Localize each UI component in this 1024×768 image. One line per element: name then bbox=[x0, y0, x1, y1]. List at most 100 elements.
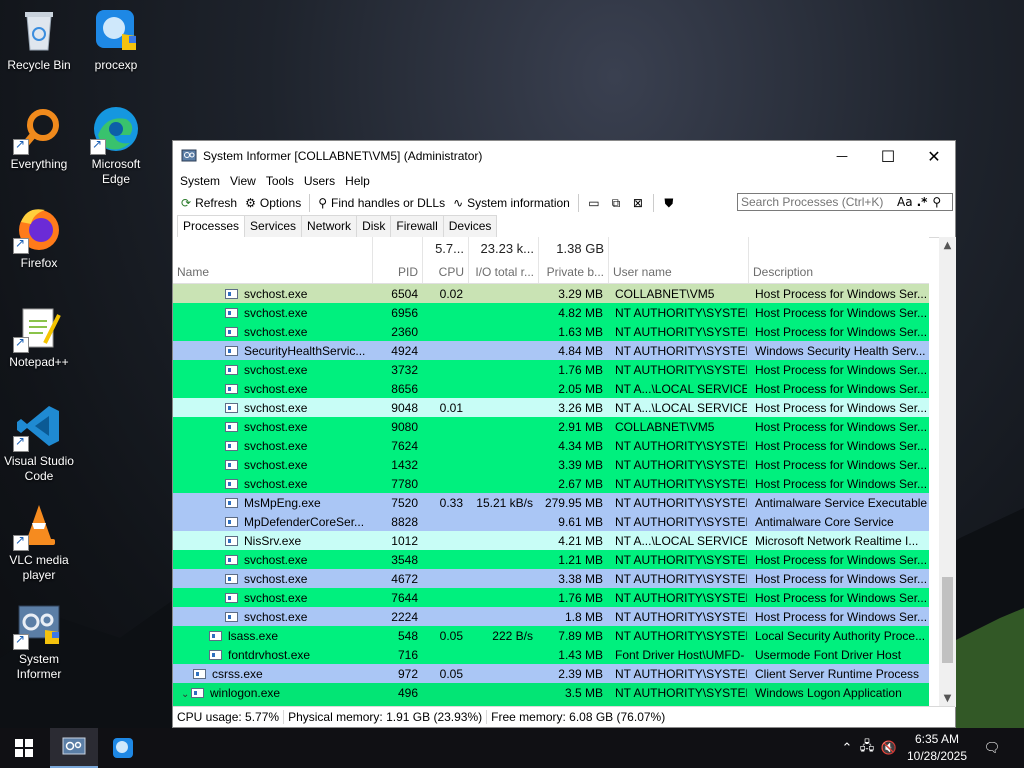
shield-icon[interactable]: ⛊ bbox=[661, 195, 677, 211]
process-private-bytes: 2.39 MB bbox=[558, 667, 603, 681]
chevron-up-icon[interactable]: ⌃ bbox=[838, 741, 856, 756]
tab-network[interactable]: Network bbox=[301, 215, 358, 237]
column-header-cpu[interactable]: 5.7... CPU bbox=[423, 237, 469, 283]
start-button[interactable] bbox=[0, 728, 48, 768]
process-name: MsMpEng.exe bbox=[244, 496, 321, 510]
table-row[interactable]: SecurityHealthServic... 4924 4.84 MB NT AUT… bbox=[173, 341, 929, 360]
tab-services[interactable]: Services bbox=[244, 215, 303, 237]
table-row[interactable]: csrss.exe 972 0.05 2.39 MB NT AUTHORITY\SYST… bbox=[173, 664, 929, 683]
table-row[interactable]: svchost.exe 9048 0.01 3.26 MB NT A...\LOCAL … bbox=[173, 398, 929, 417]
toolbar: ⟳ Refresh ⚙ Options ⚲ Find handles or DLLs … bbox=[173, 191, 955, 215]
vertical-scrollbar[interactable]: ▲ ▼ bbox=[939, 237, 956, 707]
menu-help[interactable]: Help bbox=[340, 174, 375, 188]
process-pid: 548 bbox=[397, 629, 418, 643]
volume-muted-icon[interactable]: 🔇 bbox=[878, 741, 900, 756]
minimize-button[interactable]: — bbox=[819, 141, 865, 171]
menu-tools[interactable]: Tools bbox=[261, 174, 299, 188]
process-name-cell: svchost.exe bbox=[173, 553, 373, 567]
table-row[interactable]: svchost.exe 3548 1.21 MB NT AUTHORITY\SYSTE… bbox=[173, 550, 929, 569]
expand-chevron-icon[interactable]: ⌄ bbox=[181, 689, 191, 700]
desktop-icon-procexp[interactable]: procexp bbox=[78, 6, 154, 73]
close-button[interactable]: ✕ bbox=[911, 141, 957, 171]
desktop-icon-recycle-bin[interactable]: Recycle Bin bbox=[1, 6, 77, 73]
tab-devices[interactable]: Devices bbox=[442, 215, 498, 237]
find-handles-button[interactable]: ⚲ Find handles or DLLs bbox=[314, 196, 449, 210]
tab-processes[interactable]: Processes bbox=[177, 215, 246, 237]
find-window-icon[interactable]: ⧉ bbox=[608, 195, 624, 211]
search-box[interactable]: Aa .* ⚲ bbox=[737, 193, 953, 211]
process-pid: 716 bbox=[397, 648, 418, 662]
process-description: Windows Security Health Serv... bbox=[755, 344, 926, 358]
scroll-down-arrow-icon[interactable]: ▼ bbox=[939, 690, 956, 707]
taskbar-clock[interactable]: 6:35 AM 10/28/2025 bbox=[902, 731, 972, 765]
process-description: Client Server Runtime Process bbox=[755, 667, 920, 681]
scroll-up-arrow-icon[interactable]: ▲ bbox=[939, 237, 956, 254]
action-center-button[interactable]: 🗨 bbox=[982, 728, 1002, 768]
column-header-description[interactable]: Description bbox=[749, 237, 929, 283]
regex-toggle[interactable]: .* bbox=[917, 195, 928, 209]
terminate-icon[interactable]: ⊠ bbox=[630, 195, 646, 211]
table-row[interactable]: svchost.exe 7780 2.67 MB NT AUTHORITY\SYSTE… bbox=[173, 474, 929, 493]
procexp-icon bbox=[113, 738, 133, 758]
taskbar-app-system-informer[interactable] bbox=[50, 728, 98, 768]
desktop-icon-notepadpp[interactable]: Notepad++ bbox=[1, 303, 77, 370]
search-input[interactable] bbox=[738, 194, 893, 210]
menu-users[interactable]: Users bbox=[299, 174, 340, 188]
table-row[interactable]: svchost.exe 4672 3.38 MB NT AUTHORITY\SYSTE… bbox=[173, 569, 929, 588]
maximize-button[interactable]: ☐ bbox=[865, 141, 911, 171]
desktop-icon-system-informer[interactable]: System Informer bbox=[1, 600, 77, 682]
desktop-icon-everything[interactable]: Everything bbox=[1, 105, 77, 172]
table-row[interactable]: ⌄ winlogon.exe 496 3.5 MB NT AUTHORITY\SYSTE… bbox=[173, 683, 929, 702]
options-button[interactable]: ⚙ Options bbox=[241, 196, 305, 210]
scrollbar-thumb[interactable] bbox=[942, 577, 953, 663]
menu-system[interactable]: System bbox=[175, 174, 225, 188]
column-header-io[interactable]: 23.23 k... I/O total r... bbox=[469, 237, 539, 283]
refresh-button[interactable]: ⟳ Refresh bbox=[177, 196, 241, 210]
tab-disk[interactable]: Disk bbox=[356, 215, 392, 237]
process-description: Host Process for Windows Ser... bbox=[755, 382, 927, 396]
table-row[interactable]: svchost.exe 1432 3.39 MB NT AUTHORITY\SYSTE… bbox=[173, 455, 929, 474]
desktop-icon-firefox[interactable]: Firefox bbox=[1, 204, 77, 271]
process-private-bytes: 1.76 MB bbox=[558, 363, 603, 377]
table-row[interactable]: svchost.exe 6504 0.02 3.29 MB COLLABNET\VM5 H… bbox=[173, 284, 929, 303]
desktop-icon-vscode[interactable]: Visual Studio Code bbox=[1, 402, 77, 484]
table-row[interactable]: MsMpEng.exe 7520 0.33 15.21 kB/s 279.95 MB NT… bbox=[173, 493, 929, 512]
column-header-name[interactable]: Name bbox=[173, 237, 373, 283]
table-row[interactable]: lsass.exe 548 0.05 222 B/s 7.89 MB NT AUTHORI… bbox=[173, 626, 929, 645]
column-header-user[interactable]: User name bbox=[609, 237, 749, 283]
menu-view[interactable]: View bbox=[225, 174, 261, 188]
column-header-pid[interactable]: PID bbox=[373, 237, 423, 283]
table-row[interactable]: svchost.exe 6956 4.82 MB NT AUTHORITY\SYSTE… bbox=[173, 303, 929, 322]
process-private-bytes: 4.82 MB bbox=[558, 306, 603, 320]
table-row[interactable]: svchost.exe 2360 1.63 MB NT AUTHORITY\SYSTE… bbox=[173, 322, 929, 341]
search-icon[interactable]: ⚲ bbox=[932, 195, 941, 209]
table-row[interactable]: fontdrvhost.exe 716 1.43 MB Font Driver Hos… bbox=[173, 645, 929, 664]
network-icon[interactable]: 🖧 bbox=[856, 737, 878, 759]
table-row[interactable]: NisSrv.exe 1012 4.21 MB NT A...\LOCAL SERVI… bbox=[173, 531, 929, 550]
title-bar[interactable]: System Informer [COLLABNET\VM5] (Adminis… bbox=[173, 141, 955, 171]
process-name: svchost.exe bbox=[244, 477, 308, 491]
desktop-icon-vlc[interactable]: VLC media player bbox=[1, 501, 77, 583]
firefox-icon bbox=[13, 204, 63, 254]
window-icon[interactable]: ▭ bbox=[586, 195, 602, 211]
table-row[interactable]: svchost.exe 7644 1.76 MB NT AUTHORITY\SYSTE… bbox=[173, 588, 929, 607]
table-row[interactable]: svchost.exe 2224 1.8 MB NT AUTHORITY\SYSTEM… bbox=[173, 607, 929, 626]
column-header-private-bytes[interactable]: 1.38 GB Private b... bbox=[539, 237, 609, 283]
table-row[interactable]: MpDefenderCoreSer... 8828 9.61 MB NT AUTHOR… bbox=[173, 512, 929, 531]
table-row[interactable]: svchost.exe 9080 2.91 MB COLLABNET\VM5 Host … bbox=[173, 417, 929, 436]
table-row[interactable]: svchost.exe 3732 1.76 MB NT AUTHORITY\SYSTE… bbox=[173, 360, 929, 379]
process-icon bbox=[225, 327, 238, 337]
process-pid: 1432 bbox=[391, 458, 418, 472]
edge-icon bbox=[90, 105, 140, 155]
desktop-icon-edge[interactable]: Microsoft Edge bbox=[78, 105, 154, 187]
system-tray: ⌃ 🖧 🔇 bbox=[838, 728, 900, 768]
match-case-toggle[interactable]: Aa bbox=[897, 195, 913, 209]
desktop-icon-label: VLC media player bbox=[9, 553, 69, 582]
table-row[interactable]: svchost.exe 7624 4.34 MB NT AUTHORITY\SYSTE… bbox=[173, 436, 929, 455]
table-row[interactable]: svchost.exe 8656 2.05 MB NT A...\LOCAL SERV… bbox=[173, 379, 929, 398]
tab-firewall[interactable]: Firewall bbox=[390, 215, 444, 237]
process-tree[interactable]: Name PID 5.7... CPU 23.23 k... I/O total r… bbox=[173, 237, 929, 707]
system-information-button[interactable]: ∿ System information bbox=[449, 196, 574, 210]
taskbar-app-procexp[interactable] bbox=[99, 728, 147, 768]
process-name-cell: svchost.exe bbox=[173, 420, 373, 434]
